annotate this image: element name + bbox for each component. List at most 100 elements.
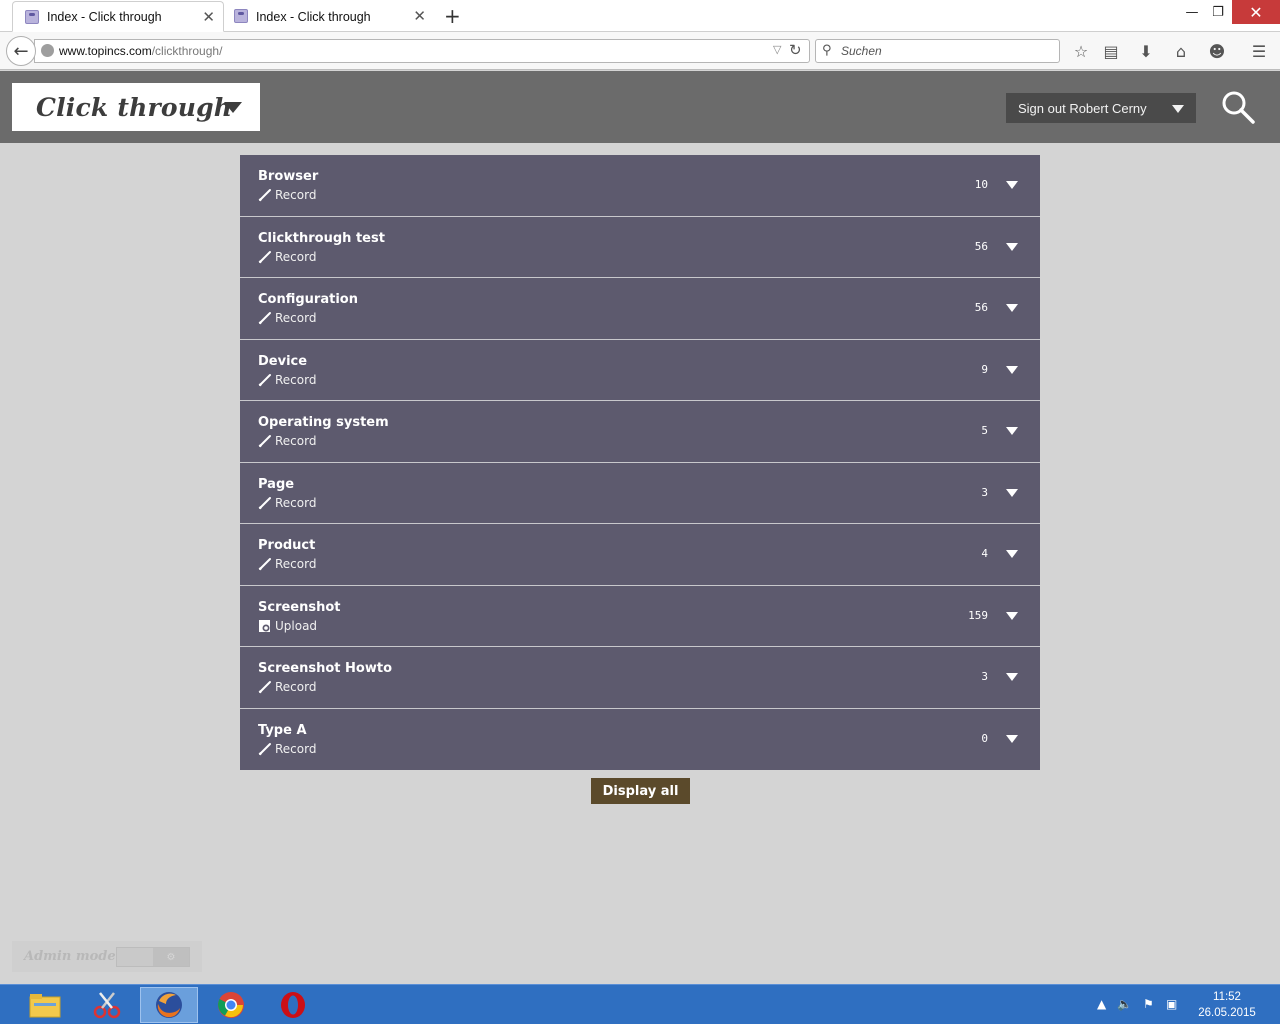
row-record-link[interactable]: Record bbox=[258, 188, 316, 202]
row-action-label: Record bbox=[275, 741, 317, 756]
search-magnifier-icon[interactable] bbox=[1220, 89, 1256, 125]
row-title[interactable]: Configuration bbox=[258, 292, 358, 307]
row-title[interactable]: Device bbox=[258, 354, 307, 369]
topic-type-row[interactable]: Operating system Record 5 bbox=[240, 401, 1040, 463]
row-action-label: Record bbox=[275, 249, 317, 264]
caret-down-icon[interactable] bbox=[1006, 427, 1018, 435]
browser-search-input[interactable]: ⚲ Suchen bbox=[815, 39, 1060, 63]
globe-icon bbox=[41, 44, 54, 57]
topic-type-row[interactable]: Product Record 4 bbox=[240, 524, 1040, 586]
row-action-label: Record bbox=[275, 495, 317, 510]
admin-mode-toggle[interactable]: ⚙ bbox=[116, 947, 190, 967]
home-icon[interactable]: ⌂ bbox=[1170, 40, 1192, 62]
chat-icon[interactable]: ☻ bbox=[1206, 40, 1228, 62]
taskbar-explorer[interactable] bbox=[16, 987, 74, 1023]
new-tab-plus-icon[interactable]: + bbox=[444, 4, 461, 28]
row-count: 4 bbox=[981, 547, 988, 560]
topic-type-row[interactable]: Configuration Record 56 bbox=[240, 278, 1040, 340]
window-close-icon[interactable]: ✕ bbox=[1232, 0, 1280, 24]
topic-type-row[interactable]: Page Record 3 bbox=[240, 462, 1040, 524]
taskbar-firefox[interactable] bbox=[140, 987, 198, 1023]
row-count: 5 bbox=[981, 424, 988, 437]
bookmark-star-icon[interactable]: ☆ bbox=[1070, 40, 1092, 62]
taskbar-clock[interactable]: 11:52 26.05.2015 bbox=[1196, 989, 1258, 1021]
taskbar-chrome[interactable] bbox=[202, 987, 260, 1023]
back-button[interactable]: ← bbox=[6, 36, 36, 66]
row-count: 0 bbox=[981, 731, 988, 745]
clock-time: 11:52 bbox=[1213, 991, 1241, 1003]
flag-icon[interactable]: ⚑ bbox=[1143, 997, 1154, 1011]
row-record-link[interactable]: Record bbox=[258, 311, 316, 325]
window-restore-icon[interactable]: ❐ bbox=[1206, 0, 1230, 24]
caret-down-icon[interactable] bbox=[1006, 734, 1018, 743]
browser-tab-inactive[interactable]: Index - Click through ✕ bbox=[222, 1, 434, 32]
upload-icon bbox=[259, 619, 270, 632]
firefox-icon bbox=[156, 992, 182, 1018]
tab-title: Index - Click through bbox=[256, 9, 371, 24]
row-title[interactable]: Operating system bbox=[258, 415, 389, 430]
topic-type-row[interactable]: Type A Record 0 bbox=[240, 708, 1040, 770]
app-title-dropdown[interactable]: Click through bbox=[12, 83, 260, 131]
signout-button[interactable]: Sign out Robert Cerny bbox=[1006, 93, 1196, 123]
topic-type-row[interactable]: Browser Record 10 bbox=[240, 155, 1040, 217]
topic-type-row[interactable]: Screenshot Howto Record 3 bbox=[240, 647, 1040, 709]
caret-down-icon[interactable] bbox=[1006, 488, 1018, 497]
caret-down-icon[interactable] bbox=[1006, 304, 1018, 312]
browser-tab-active[interactable]: Index - Click through ✕ bbox=[12, 1, 224, 32]
row-title[interactable]: Browser bbox=[258, 169, 318, 184]
reload-icon[interactable]: ↻ bbox=[789, 41, 802, 59]
row-record-link[interactable]: Record bbox=[258, 680, 316, 694]
row-record-link[interactable]: Record bbox=[258, 373, 316, 387]
tray-expand-icon[interactable]: ▲ bbox=[1097, 997, 1106, 1011]
row-action-label: Upload bbox=[275, 618, 318, 633]
pencil-icon bbox=[258, 189, 271, 202]
pencil-icon bbox=[258, 435, 271, 448]
row-record-link[interactable]: Record bbox=[258, 250, 316, 264]
row-record-link[interactable]: Record bbox=[258, 742, 316, 756]
caret-down-icon[interactable] bbox=[1006, 673, 1018, 681]
tab-close-icon[interactable]: ✕ bbox=[413, 7, 426, 25]
row-title[interactable]: Screenshot Howto bbox=[258, 661, 392, 676]
taskbar-snipping-tool[interactable] bbox=[78, 987, 136, 1023]
menu-hamburger-icon[interactable]: ☰ bbox=[1248, 40, 1270, 62]
display-all-button[interactable]: Display all bbox=[591, 778, 690, 804]
url-bar[interactable]: www.topincs.com/clickthrough/ ▽ ↻ bbox=[34, 39, 810, 63]
row-title[interactable]: Type A bbox=[258, 723, 307, 738]
browser-tab-bar: Index - Click through ✕ Index - Click th… bbox=[0, 0, 1280, 32]
pencil-icon bbox=[258, 496, 271, 509]
row-record-link[interactable]: Record bbox=[258, 557, 316, 571]
download-icon[interactable]: ⬇ bbox=[1135, 40, 1157, 62]
url-dropdown-icon[interactable]: ▽ bbox=[773, 43, 781, 56]
row-upload-link[interactable]: Upload bbox=[258, 619, 317, 633]
row-title[interactable]: Screenshot bbox=[258, 600, 341, 615]
row-title[interactable]: Page bbox=[258, 477, 294, 492]
row-action-label: Record bbox=[275, 311, 317, 325]
toggle-knob[interactable]: ⚙ bbox=[153, 948, 189, 966]
network-icon[interactable]: ▣ bbox=[1166, 997, 1177, 1011]
topic-type-row[interactable]: Device Record 9 bbox=[240, 339, 1040, 401]
row-record-link[interactable]: Record bbox=[258, 496, 316, 510]
signout-label: Sign out Robert Cerny bbox=[1018, 100, 1147, 116]
app-title: Click through bbox=[36, 92, 233, 122]
topic-type-row[interactable]: Clickthrough test Record 56 bbox=[240, 216, 1040, 278]
caret-down-icon[interactable] bbox=[1006, 550, 1018, 558]
row-title[interactable]: Product bbox=[258, 538, 315, 553]
volume-icon[interactable]: 🔈 bbox=[1117, 997, 1132, 1011]
tab-close-icon[interactable]: ✕ bbox=[202, 8, 215, 26]
window-minimize-icon[interactable]: — bbox=[1180, 0, 1204, 24]
caret-down-icon[interactable] bbox=[1006, 365, 1018, 374]
topic-type-row[interactable]: Screenshot Upload 159 bbox=[240, 585, 1040, 647]
url-text: www.topincs.com/clickthrough/ bbox=[59, 44, 223, 58]
caret-down-icon bbox=[1172, 105, 1184, 113]
row-title[interactable]: Clickthrough test bbox=[258, 231, 385, 246]
row-record-link[interactable]: Record bbox=[258, 434, 316, 448]
opera-icon bbox=[281, 992, 305, 1018]
topic-type-list: Browser Record 10 Clickthrough test Record 56… bbox=[240, 155, 1040, 770]
caret-down-icon[interactable] bbox=[1006, 181, 1018, 189]
taskbar-opera[interactable] bbox=[264, 987, 322, 1023]
row-count: 3 bbox=[981, 485, 988, 499]
caret-down-icon[interactable] bbox=[1006, 242, 1018, 251]
caret-down-icon[interactable] bbox=[1006, 611, 1018, 620]
row-action-label: Record bbox=[275, 434, 317, 448]
reading-list-icon[interactable]: ▤ bbox=[1100, 40, 1122, 62]
